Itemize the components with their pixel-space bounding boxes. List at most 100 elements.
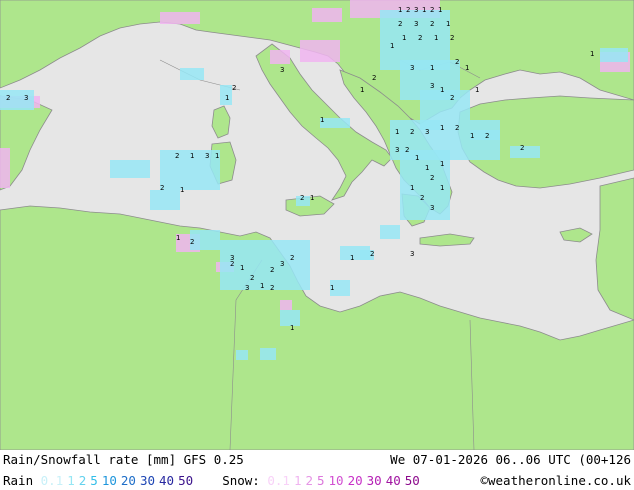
precip-value-label: 1: [395, 128, 399, 136]
precip-value-label: 3: [425, 128, 429, 136]
precip-value-label: 1: [320, 116, 324, 124]
rain-legend: 0.1 1 2 5 10 20 30 40 50: [41, 473, 197, 488]
snow-area: [0, 148, 10, 188]
precip-value-label: 3: [395, 146, 399, 154]
precip-value-label: 1: [240, 264, 244, 272]
precip-value-label: 3: [24, 94, 28, 102]
snow-legend: 0.1 1 2 5 10 20 30 40 50: [267, 473, 423, 488]
rain-legend-item: 30: [139, 473, 155, 488]
precip-value-label: 1: [410, 184, 414, 192]
snow-area: [300, 40, 340, 62]
snow-legend-item: 0.1: [267, 473, 290, 488]
precip-value-label: 2: [430, 20, 434, 28]
precip-value-label: 1: [440, 184, 444, 192]
map-footer: Rain/Snowfall rate [mm] GFS 0.25 We 07-0…: [0, 450, 634, 490]
precip-value-label: 2: [406, 6, 410, 14]
rain-legend-item: 20: [120, 473, 136, 488]
rain-legend-item: 2: [78, 473, 87, 488]
precip-value-label: 3: [410, 64, 414, 72]
precip-value-label: 2: [270, 284, 274, 292]
precip-value-label: 2: [290, 254, 294, 262]
precip-value-label: 3: [410, 250, 414, 258]
rain-area: [510, 146, 540, 158]
precip-value-label: 2: [230, 260, 234, 268]
precip-value-label: 3: [245, 284, 249, 292]
precip-value-label: 1: [470, 132, 474, 140]
snow-legend-item: 40: [385, 473, 401, 488]
precip-value-label: 1: [290, 324, 294, 332]
snow-area: [312, 8, 342, 22]
precip-value-label: 1: [398, 6, 402, 14]
precip-value-label: 2: [270, 266, 274, 274]
precip-value-label: 2: [6, 94, 10, 102]
precip-value-label: 2: [370, 250, 374, 258]
snow-legend-item: 10: [328, 473, 344, 488]
legend-row: Rain 0.1 1 2 5 10 20 30 40 50 Snow: 0.1 1 2 5 10 20 30…: [3, 472, 631, 490]
rain-area: [190, 230, 220, 250]
precip-value-label: 1: [180, 186, 184, 194]
precip-value-label: 2: [455, 58, 459, 66]
precip-value-label: 1: [190, 152, 194, 160]
precip-value-label: 1: [430, 64, 434, 72]
precip-value-label: 1: [440, 86, 444, 94]
snow-legend-item: 2: [305, 473, 313, 488]
precip-value-label: 2: [418, 34, 422, 42]
valid-time: We 07-01-2026 06..06 UTC (00+126: [390, 452, 631, 467]
precip-value-label: 1: [425, 164, 429, 172]
credit-link[interactable]: ©weatheronline.co.uk: [480, 472, 631, 490]
rain-area: [260, 348, 276, 360]
precipitation-map-svg: 1 2 3 1 2 12 3 2 11 2 1 23 1213 1211 2 3 1 21 23 211212312 1…: [0, 0, 634, 450]
map-title: Rain/Snowfall rate [mm] GFS 0.25: [3, 452, 244, 467]
precip-value-label: 1: [440, 160, 444, 168]
precip-value-label: 1: [438, 6, 442, 14]
precip-value-label: 1: [350, 254, 354, 262]
precip-value-label: 2: [455, 124, 459, 132]
precip-value-label: 1: [415, 154, 419, 162]
snow-legend-item: 20: [347, 473, 363, 488]
precip-value-label: 2: [450, 94, 454, 102]
rain-legend-item: 40: [159, 473, 175, 488]
rain-legend-item: 0.1: [40, 473, 64, 488]
precip-value-label: 3: [280, 66, 284, 74]
precip-value-label: 1: [434, 34, 438, 42]
snow-legend-item: 30: [366, 473, 382, 488]
rain-area: [320, 118, 350, 128]
precip-value-label: 2: [520, 144, 524, 152]
precip-value-label: 2: [190, 238, 194, 246]
precip-value-label: 2: [420, 194, 424, 202]
rain-legend-item: 1: [67, 473, 75, 488]
precip-value-label: 2: [410, 128, 414, 136]
precip-value-label: 1: [402, 34, 406, 42]
precip-value-label: 1: [215, 152, 219, 160]
precip-value-label: 1: [440, 124, 444, 132]
snow-legend-item: 1: [293, 473, 302, 488]
precip-value-label: 1: [465, 64, 469, 72]
precip-value-label: 1: [360, 86, 364, 94]
rain-area: [150, 190, 180, 210]
precip-value-label: 1: [422, 6, 426, 14]
precip-value-label: 2: [300, 194, 304, 202]
precip-value-label: 2: [430, 6, 434, 14]
precip-value-label: 2: [250, 274, 254, 282]
weather-map: 1231212321121231213121123121232112123121…: [0, 0, 634, 450]
precip-value-label: 1: [475, 86, 479, 94]
precip-value-label: 3: [414, 20, 418, 28]
rain-area: [236, 350, 248, 360]
rain-legend-label: Rain: [3, 473, 34, 488]
snow-area: [160, 12, 200, 24]
rain-legend-item: 10: [101, 473, 117, 488]
rain-area: [600, 48, 628, 62]
precip-value-label: 2: [372, 74, 376, 82]
precip-value-label: 1: [310, 194, 314, 202]
precip-value-label: 2: [175, 152, 179, 160]
rain-legend-item: 5: [90, 473, 98, 488]
precip-value-label: 3: [430, 82, 434, 90]
snow-legend-label: Snow:: [222, 473, 260, 488]
snow-legend-item: 50: [404, 473, 420, 488]
precip-value-label: 2: [160, 184, 164, 192]
precip-value-label: 3: [430, 204, 434, 212]
precip-value-label: 3: [414, 6, 418, 14]
snow-area: [280, 300, 292, 310]
precip-value-label: 2: [405, 146, 409, 154]
precip-value-label: 3: [205, 152, 209, 160]
